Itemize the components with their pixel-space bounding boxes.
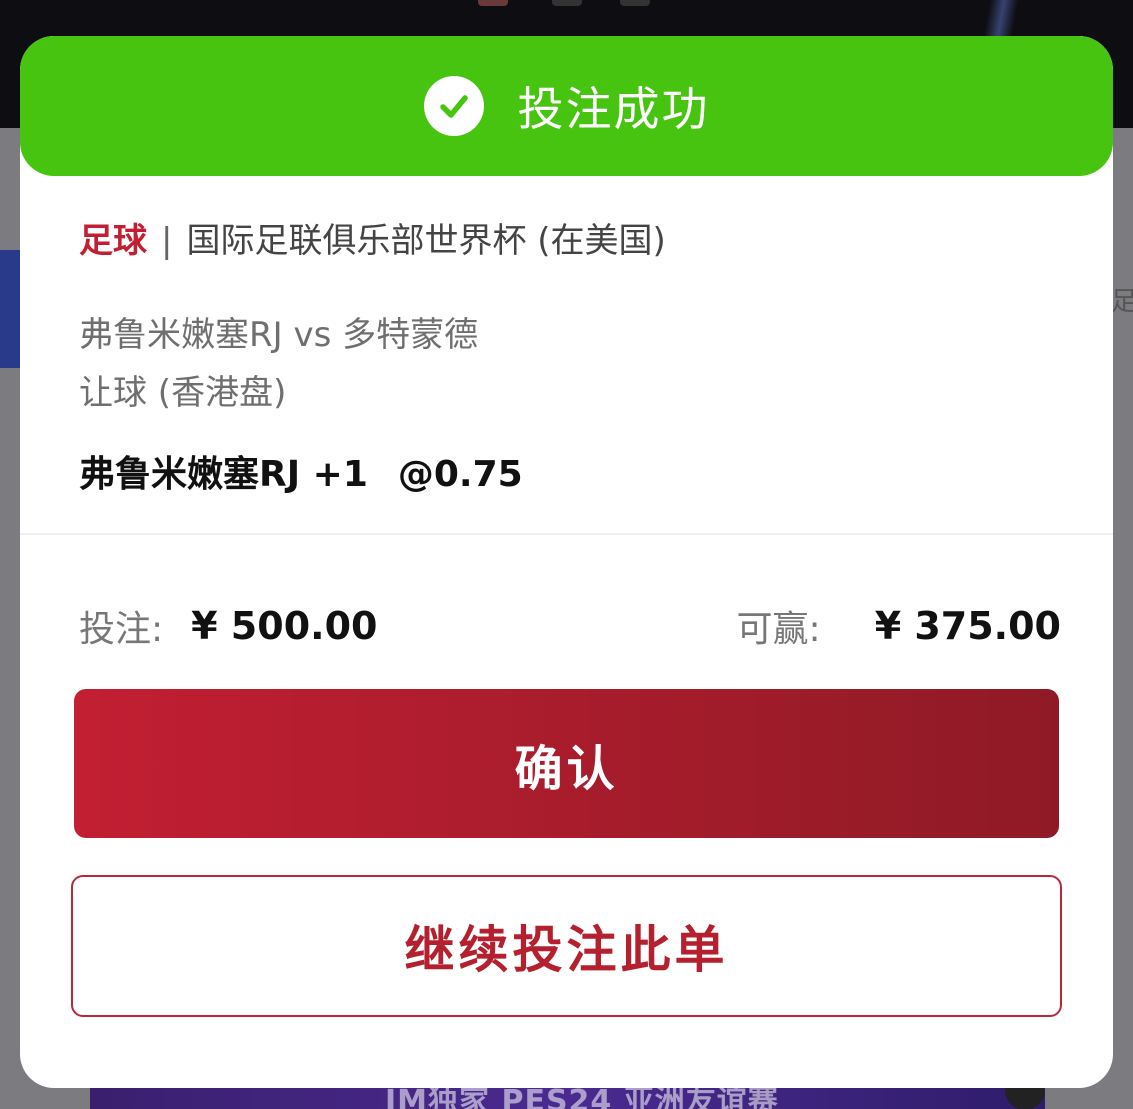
stake-label: 投注:	[79, 609, 164, 650]
modal-header: 投注成功	[20, 36, 1113, 176]
amount-row: 投注: ¥ 500.00 可赢: ¥ 375.00	[79, 598, 1061, 654]
bet-details: 足球 | 国际足联俱乐部世界杯 (在美国) 弗鲁米嫩塞RJ vs 多特蒙德 让球 (…	[79, 216, 1059, 500]
background-side-accent	[0, 250, 20, 368]
background-side-text: 足球	[1111, 287, 1133, 317]
check-mark-icon	[439, 95, 468, 118]
background-status-dot	[552, 0, 582, 6]
match-name: 弗鲁米嫩塞RJ vs 多特蒙德	[79, 315, 479, 355]
stake-value: ¥ 500.00	[191, 604, 378, 648]
selection-odds: @0.75	[397, 454, 523, 495]
separator: |	[161, 221, 173, 261]
background-status-dot	[620, 0, 650, 6]
modal-title: 投注成功	[517, 82, 710, 136]
league-line: 足球 | 国际足联俱乐部世界杯 (在美国)	[79, 216, 1059, 266]
market-type: 让球 (香港盘)	[79, 373, 287, 413]
league-name: 国际足联俱乐部世界杯 (在美国)	[186, 221, 666, 261]
confirm-button[interactable]: 确认	[74, 689, 1059, 838]
check-circle-icon	[423, 76, 484, 136]
potential-win-label: 可赢:	[736, 609, 821, 650]
bet-success-modal: 投注成功 足球 | 国际足联俱乐部世界杯 (在美国) 弗鲁米嫩塞RJ vs 多特蒙德…	[20, 36, 1113, 1088]
selection-name: 弗鲁米嫩塞RJ +1	[79, 454, 368, 495]
sport-label: 足球	[79, 221, 147, 261]
background-status-dot	[478, 0, 508, 6]
divider	[20, 533, 1113, 535]
bet-selection: 弗鲁米嫩塞RJ +1 @0.75	[79, 450, 1059, 500]
potential-win-value: ¥ 375.00	[874, 604, 1061, 648]
continue-betting-button[interactable]: 继续投注此单	[71, 875, 1062, 1017]
